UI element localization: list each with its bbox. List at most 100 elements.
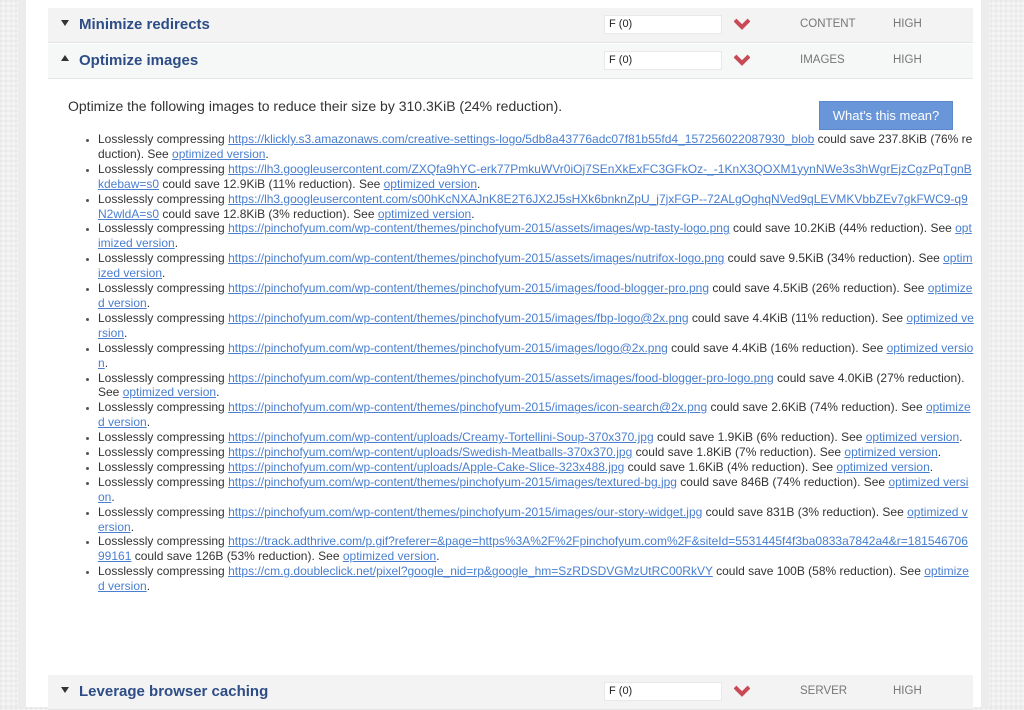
item-savings: could save 12.8KiB (3% reduction). bbox=[159, 206, 354, 221]
image-url-link[interactable]: https://pinchofyum.com/wp-content/themes… bbox=[228, 221, 730, 235]
rule-title[interactable]: Leverage browser caching bbox=[79, 683, 268, 700]
grade-field: F (0) bbox=[604, 682, 722, 701]
grade-field: F (0) bbox=[604, 51, 722, 70]
whats-this-mean-button[interactable]: What's this mean? bbox=[819, 101, 953, 130]
item-savings: could save 1.9KiB (6% reduction). bbox=[653, 430, 842, 445]
item-savings: could save 4.0KiB (27% reduction). bbox=[773, 370, 965, 385]
item-prefix: Losslessly compressing bbox=[98, 504, 229, 519]
image-list-item: Losslessly compressing https://lh3.googl… bbox=[98, 192, 974, 222]
image-url-link[interactable]: https://cm.g.doubleclick.net/pixel?googl… bbox=[228, 564, 713, 578]
image-url-link[interactable]: https://pinchofyum.com/wp-content/themes… bbox=[228, 251, 724, 265]
see-label: See bbox=[811, 459, 837, 474]
see-label: See bbox=[353, 206, 378, 221]
period: . bbox=[111, 489, 115, 504]
item-prefix: Losslessly compressing bbox=[98, 310, 229, 325]
item-prefix: Losslessly compressing bbox=[98, 281, 229, 296]
image-list-item: Losslessly compressing https://pinchofyu… bbox=[98, 221, 974, 251]
item-prefix: Losslessly compressing bbox=[98, 430, 229, 445]
see-label: See bbox=[930, 221, 956, 236]
see-label: See bbox=[819, 445, 845, 460]
image-url-link[interactable]: https://pinchofyum.com/wp-content/upload… bbox=[228, 460, 624, 474]
image-url-link[interactable]: https://pinchofyum.com/wp-content/themes… bbox=[228, 505, 702, 519]
chevron-down-icon[interactable] bbox=[734, 685, 750, 697]
image-url-link[interactable]: https://pinchofyum.com/wp-content/themes… bbox=[228, 311, 688, 325]
item-savings: could save 831B (3% reduction). bbox=[702, 504, 883, 519]
optimized-version-link[interactable]: optimized version bbox=[866, 430, 959, 444]
chevron-down-icon[interactable] bbox=[734, 54, 750, 66]
image-url-link[interactable]: https://pinchofyum.com/wp-content/themes… bbox=[228, 281, 709, 295]
period: . bbox=[471, 206, 475, 221]
item-savings: could save 4.5KiB (26% reduction). bbox=[709, 281, 904, 296]
see-label: See bbox=[899, 564, 925, 579]
optimized-version-link[interactable]: optimized version bbox=[343, 549, 436, 563]
rule-row-leverage-browser-caching[interactable]: Leverage browser caching F (0) SERVER HI… bbox=[48, 675, 973, 710]
item-prefix: Losslessly compressing bbox=[98, 400, 229, 415]
item-prefix: Losslessly compressing bbox=[98, 340, 229, 355]
image-list-item: Losslessly compressing https://pinchofyu… bbox=[98, 430, 974, 445]
period: . bbox=[959, 430, 963, 445]
rule-title[interactable]: Optimize images bbox=[79, 52, 198, 69]
item-savings: could save 2.6KiB (74% reduction). bbox=[707, 400, 902, 415]
image-list-item: Losslessly compressing https://pinchofyu… bbox=[98, 371, 974, 401]
category-label: CONTENT bbox=[800, 18, 856, 30]
item-savings: could save 4.4KiB (11% reduction). bbox=[688, 310, 882, 325]
see-label: See bbox=[318, 549, 343, 564]
see-label: See bbox=[903, 281, 928, 296]
image-url-link[interactable]: https://pinchofyum.com/wp-content/themes… bbox=[228, 475, 677, 489]
image-list-item: Losslessly compressing https://lh3.googl… bbox=[98, 162, 974, 192]
period: . bbox=[477, 176, 481, 191]
image-url-link[interactable]: https://pinchofyum.com/wp-content/themes… bbox=[228, 341, 668, 355]
item-prefix: Losslessly compressing bbox=[98, 132, 229, 146]
item-savings: could save 9.5KiB (34% reduction). bbox=[724, 251, 919, 266]
expand-triangle-icon[interactable] bbox=[61, 687, 69, 693]
item-prefix: Losslessly compressing bbox=[98, 564, 229, 579]
period: . bbox=[265, 146, 269, 161]
image-list-item: Losslessly compressing https://pinchofyu… bbox=[98, 281, 974, 311]
optimized-version-link[interactable]: optimized version bbox=[172, 147, 265, 161]
see-label: See bbox=[881, 310, 907, 325]
image-list: Losslessly compressing https://klickly.s… bbox=[78, 132, 974, 594]
item-prefix: Losslessly compressing bbox=[98, 534, 229, 549]
image-list-item: Losslessly compressing https://klickly.s… bbox=[98, 132, 974, 162]
item-prefix: Losslessly compressing bbox=[98, 474, 229, 489]
chevron-down-icon[interactable] bbox=[734, 18, 750, 30]
see-label: See bbox=[863, 474, 889, 489]
image-list-item: Losslessly compressing https://pinchofyu… bbox=[98, 400, 974, 430]
image-url-link[interactable]: https://pinchofyum.com/wp-content/upload… bbox=[228, 430, 654, 444]
see-label: See bbox=[882, 504, 908, 519]
priority-label: HIGH bbox=[893, 54, 922, 66]
image-url-link[interactable]: https://klickly.s3.amazonaws.com/creativ… bbox=[228, 132, 814, 146]
item-prefix: Losslessly compressing bbox=[98, 370, 229, 385]
optimized-version-link[interactable]: optimized version bbox=[844, 445, 937, 459]
priority-label: HIGH bbox=[893, 18, 922, 30]
optimized-version-link[interactable]: optimized version bbox=[123, 385, 216, 399]
item-prefix: Losslessly compressing bbox=[98, 459, 229, 474]
optimized-version-link[interactable]: optimized version bbox=[384, 177, 477, 191]
rule-row-optimize-images[interactable]: Optimize images F (0) IMAGES HIGH bbox=[48, 44, 973, 79]
image-list-item: Losslessly compressing https://pinchofyu… bbox=[98, 475, 974, 505]
collapse-triangle-icon[interactable] bbox=[61, 55, 69, 61]
period: . bbox=[162, 266, 166, 281]
item-prefix: Losslessly compressing bbox=[98, 251, 229, 266]
period: . bbox=[216, 385, 220, 400]
rule-row-minimize-redirects[interactable]: Minimize redirects F (0) CONTENT HIGH bbox=[48, 8, 973, 43]
period: . bbox=[146, 415, 151, 430]
image-url-link[interactable]: https://pinchofyum.com/wp-content/themes… bbox=[228, 400, 707, 414]
period: . bbox=[436, 549, 440, 564]
see-label: See bbox=[901, 400, 926, 415]
image-list-item: Losslessly compressing https://pinchofyu… bbox=[98, 445, 974, 460]
see-label: See bbox=[861, 340, 887, 355]
item-savings: could save 1.6KiB (4% reduction). bbox=[624, 459, 812, 474]
image-url-link[interactable]: https://pinchofyum.com/wp-content/upload… bbox=[228, 445, 632, 459]
image-list-item: Losslessly compressing https://pinchofyu… bbox=[98, 341, 974, 371]
optimized-version-link[interactable]: optimized version bbox=[378, 207, 471, 221]
rule-title[interactable]: Minimize redirects bbox=[79, 16, 210, 33]
see-label: See bbox=[918, 251, 944, 266]
expand-triangle-icon[interactable] bbox=[61, 20, 69, 26]
optimized-version-link[interactable]: optimized version bbox=[836, 460, 929, 474]
period: . bbox=[146, 579, 151, 594]
image-list-item: Losslessly compressing https://pinchofyu… bbox=[98, 251, 974, 281]
image-url-link[interactable]: https://pinchofyum.com/wp-content/themes… bbox=[228, 371, 774, 385]
item-savings: could save 126B (53% reduction). bbox=[131, 549, 319, 564]
item-savings: could save 1.8KiB (7% reduction). bbox=[632, 445, 820, 460]
